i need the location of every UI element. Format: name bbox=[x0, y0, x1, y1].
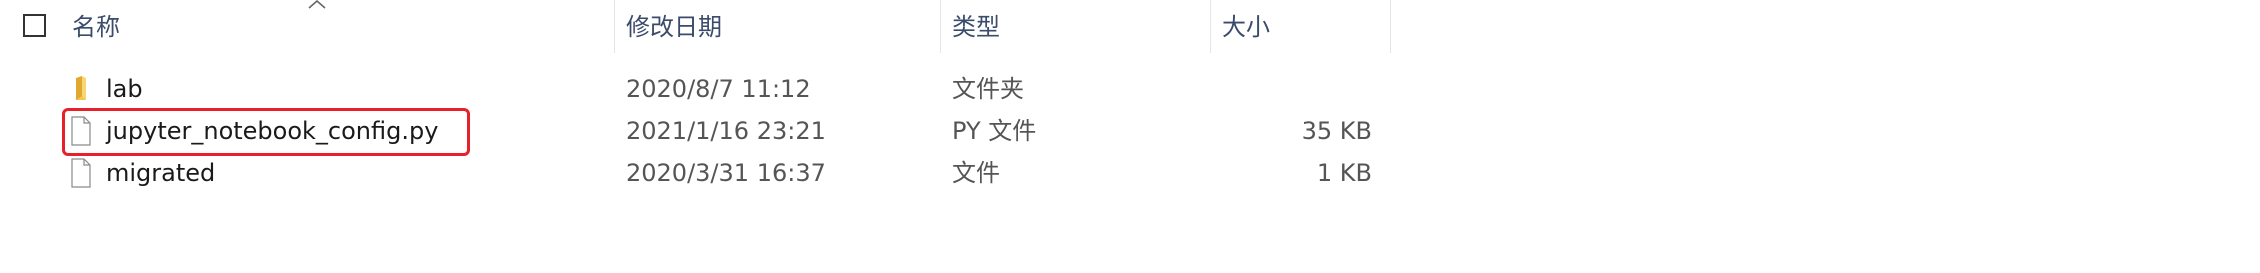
file-row-lab[interactable]: lab 2020/8/7 11:12 文件夹 bbox=[0, 68, 2260, 110]
file-icon bbox=[71, 158, 91, 188]
column-header-size[interactable]: 大小 bbox=[1210, 8, 1390, 46]
column-header-type[interactable]: 类型 bbox=[940, 8, 1210, 46]
column-header-date-modified[interactable]: 修改日期 bbox=[614, 8, 940, 46]
file-icon bbox=[71, 116, 91, 146]
file-row-jupyter-notebook-config[interactable]: jupyter_notebook_config.py 2021/1/16 23:… bbox=[0, 110, 2260, 152]
file-name[interactable]: jupyter_notebook_config.py bbox=[106, 110, 438, 152]
file-size: 35 KB bbox=[1301, 117, 1372, 145]
file-name[interactable]: lab bbox=[106, 68, 143, 110]
file-date-modified: 2020/8/7 11:12 bbox=[626, 75, 811, 103]
file-type: 文件 bbox=[952, 159, 1000, 187]
file-type: 文件夹 bbox=[952, 75, 1024, 103]
select-all-checkbox[interactable] bbox=[23, 14, 46, 37]
column-header-bar: 名称 修改日期 类型 大小 bbox=[0, 0, 2260, 53]
file-date-modified: 2020/3/31 16:37 bbox=[626, 159, 826, 187]
file-date-modified: 2021/1/16 23:21 bbox=[626, 117, 826, 145]
file-row-migrated[interactable]: migrated 2020/3/31 16:37 文件 1 KB bbox=[0, 152, 2260, 194]
file-size bbox=[1212, 68, 1372, 110]
file-type: PY 文件 bbox=[952, 117, 1037, 145]
file-size: 1 KB bbox=[1316, 159, 1372, 187]
column-divider[interactable] bbox=[1390, 0, 1391, 53]
folder-icon bbox=[76, 76, 86, 100]
column-header-name[interactable]: 名称 bbox=[60, 8, 620, 46]
file-name[interactable]: migrated bbox=[106, 152, 215, 194]
